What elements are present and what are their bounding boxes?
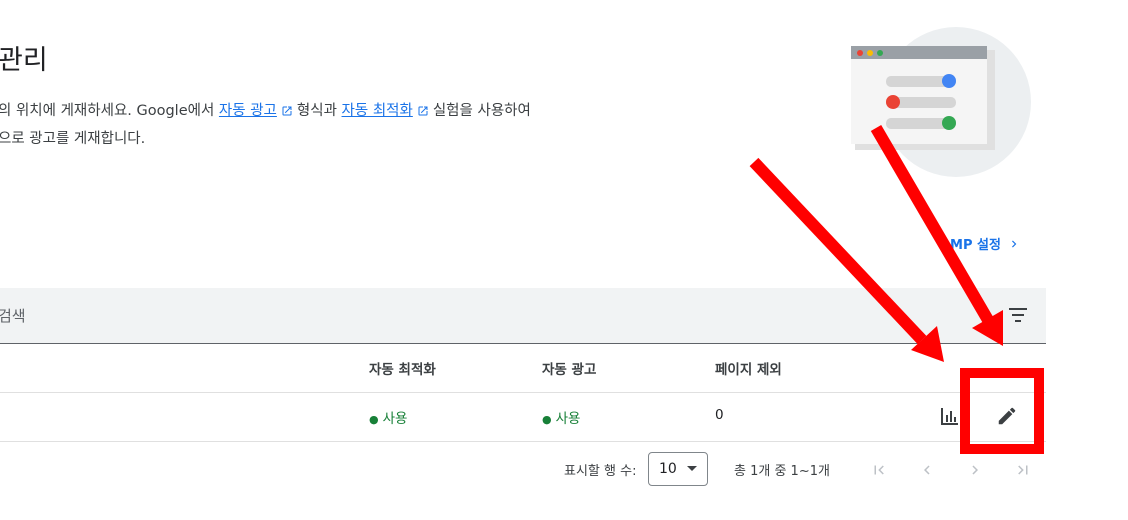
description-text-2: 형식과 <box>296 103 342 119</box>
column-header-auto-ads[interactable]: 자동 광고 <box>542 358 596 378</box>
dropdown-arrow-icon <box>686 466 697 471</box>
row-divider <box>0 441 1046 442</box>
search-input[interactable]: 검색 <box>0 305 26 326</box>
pagination-range: 총 1개 중 1~1개 <box>734 464 830 479</box>
auto-optimize-status: ● 사용 <box>369 411 408 427</box>
description-text-1: 의 위치에 게재하세요. Google에서 <box>0 103 219 119</box>
auto-ads-status: ● 사용 <box>542 411 581 427</box>
prev-page-button[interactable] <box>915 458 939 482</box>
external-link-icon <box>281 100 293 126</box>
page-exclusions-count: 0 <box>715 407 724 423</box>
first-page-icon <box>874 465 884 475</box>
external-link-icon <box>417 100 429 126</box>
rows-per-page-select[interactable]: 10 <box>648 452 708 486</box>
description-text-3: 실험을 사용하여 <box>432 103 531 119</box>
last-page-button[interactable] <box>1011 458 1035 482</box>
hero-illustration <box>851 27 1031 177</box>
filter-icon[interactable] <box>1008 306 1028 324</box>
auto-optimize-link[interactable]: 자동 최적화 <box>342 103 413 119</box>
chevron-right-icon <box>1012 240 1017 247</box>
page-description: 의 위치에 게재하세요. Google에서 자동 광고 형식과 자동 최적화 실험을… <box>0 98 618 152</box>
next-page-icon <box>972 465 978 475</box>
column-header-auto-optimize[interactable]: 자동 최적화 <box>369 358 436 378</box>
prev-page-icon <box>924 465 930 475</box>
amp-settings-label: AMP 설정 <box>940 238 1001 253</box>
rows-per-page-label: 표시할 행 수: <box>564 464 637 479</box>
description-text-4: 으로 광고를 게재합니다. <box>0 131 146 147</box>
next-page-button[interactable] <box>963 458 987 482</box>
first-page-button[interactable] <box>867 458 891 482</box>
search-bar[interactable]: 검색 <box>0 288 1046 344</box>
last-page-icon <box>1018 465 1028 475</box>
highlight-box <box>960 368 1044 454</box>
auto-ads-link[interactable]: 자동 광고 <box>219 103 277 119</box>
amp-settings-link[interactable]: AMP 설정 <box>940 234 1021 253</box>
page-title: 관리 <box>0 45 48 76</box>
rows-per-page-value: 10 <box>659 461 677 477</box>
header-divider <box>0 392 1046 393</box>
column-header-page-exclusions[interactable]: 페이지 제외 <box>715 358 782 378</box>
bar-chart-icon[interactable] <box>940 406 960 426</box>
